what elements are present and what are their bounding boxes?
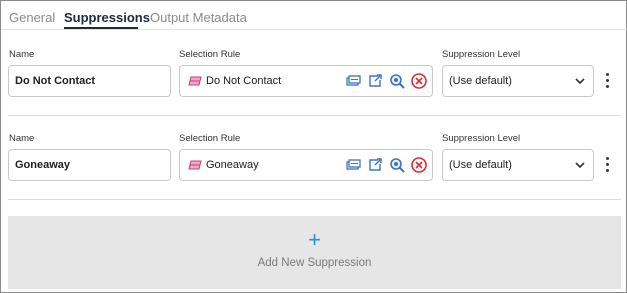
name-value: Goneaway xyxy=(15,159,71,171)
tab-bar: General Suppressions Output Metadata xyxy=(1,1,627,31)
selection-rule-actions xyxy=(344,72,428,92)
selection-rule-field[interactable]: Goneaway xyxy=(179,149,433,181)
selection-rule-field[interactable]: Do Not Contact xyxy=(179,65,433,97)
tab-output-metadata[interactable]: Output Metadata xyxy=(150,10,247,25)
more-options-icon[interactable] xyxy=(602,72,612,90)
add-new-suppression-label: Add New Suppression xyxy=(257,257,372,269)
add-new-suppression-button[interactable]: + Add New Suppression xyxy=(8,216,621,289)
row-divider xyxy=(8,115,621,116)
name-field[interactable]: Do Not Contact xyxy=(8,65,171,97)
selection-rule-value: Do Not Contact xyxy=(206,75,282,87)
suppression-row: Name Selection Rule Suppression Level Do… xyxy=(1,49,627,119)
name-label: Name xyxy=(9,133,35,144)
suppression-row: Name Selection Rule Suppression Level Go… xyxy=(1,133,627,203)
tab-general[interactable]: General xyxy=(9,10,55,25)
remove-icon[interactable] xyxy=(410,72,428,90)
name-field[interactable]: Goneaway xyxy=(8,149,171,181)
view-details-icon[interactable] xyxy=(344,72,362,90)
open-external-icon[interactable] xyxy=(366,156,384,174)
eraser-icon xyxy=(188,160,202,170)
row-divider xyxy=(8,199,621,200)
suppression-level-value: (Use default) xyxy=(449,159,512,171)
name-value: Do Not Contact xyxy=(15,75,96,87)
view-details-icon[interactable] xyxy=(344,156,362,174)
name-label: Name xyxy=(9,49,35,60)
suppression-level-label: Suppression Level xyxy=(442,133,521,144)
search-icon[interactable] xyxy=(388,156,406,174)
open-external-icon[interactable] xyxy=(366,72,384,90)
suppression-level-select[interactable]: (Use default) xyxy=(442,65,594,97)
more-options-icon[interactable] xyxy=(602,156,612,174)
suppression-level-value: (Use default) xyxy=(449,75,512,87)
chevron-down-icon xyxy=(575,78,585,85)
selection-rule-value: Goneaway xyxy=(206,159,259,171)
eraser-icon xyxy=(188,76,202,86)
suppressions-panel: General Suppressions Output Metadata Nam… xyxy=(0,0,627,293)
search-icon[interactable] xyxy=(388,72,406,90)
selection-rule-label: Selection Rule xyxy=(179,49,241,60)
suppression-level-select[interactable]: (Use default) xyxy=(442,149,594,181)
tab-suppressions[interactable]: Suppressions xyxy=(64,10,150,25)
plus-icon: + xyxy=(308,227,321,252)
remove-icon[interactable] xyxy=(410,156,428,174)
tab-bar-divider xyxy=(1,29,627,30)
suppression-level-label: Suppression Level xyxy=(442,49,521,60)
selection-rule-label: Selection Rule xyxy=(179,133,241,144)
selection-rule-actions xyxy=(344,156,428,176)
chevron-down-icon xyxy=(575,162,585,169)
